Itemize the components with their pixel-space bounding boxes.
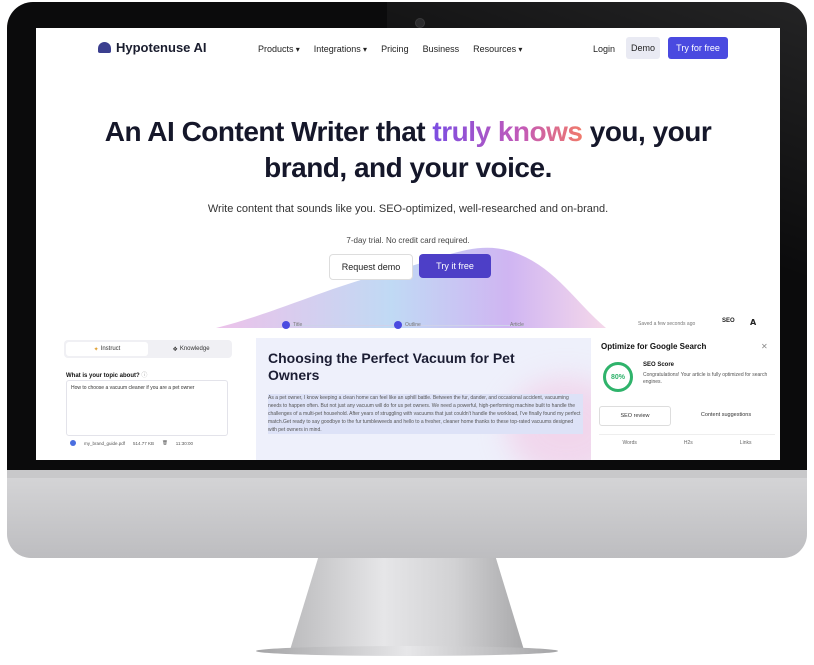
monitor-stand bbox=[290, 558, 524, 650]
file-icon bbox=[70, 440, 76, 446]
hero-title-line1: An AI Content Writer that truly knows yo… bbox=[36, 116, 780, 148]
wand-icon: ✦ bbox=[93, 346, 99, 353]
logo[interactable]: Hypotenuse AI bbox=[98, 40, 207, 55]
seo-tabs: SEO review Content suggestions bbox=[599, 406, 775, 428]
steps-line bbox=[284, 325, 524, 326]
nav-links: Products Integrations Pricing Business R… bbox=[258, 44, 522, 54]
tab-knowledge[interactable]: ❖ Knowledge bbox=[150, 342, 232, 356]
topic-question: What is your topic about? ⓘ bbox=[66, 370, 147, 379]
stat-h2s: H2s bbox=[683, 440, 693, 446]
demo-button[interactable]: Demo bbox=[626, 37, 660, 59]
article-body[interactable]: As a pet owner, I know keeping a clean h… bbox=[268, 394, 583, 434]
seo-panel-title: Optimize for Google Search bbox=[601, 342, 707, 351]
trial-note: 7-day trial. No credit card required. bbox=[346, 236, 470, 245]
seo-review-button[interactable]: SEO review bbox=[599, 406, 671, 426]
try-it-free-button[interactable]: Try it free bbox=[419, 254, 491, 278]
tab-knowledge-label: Knowledge bbox=[179, 346, 210, 352]
tab-instruct[interactable]: ✦ Instruct bbox=[66, 342, 148, 356]
step-article[interactable]: Article bbox=[510, 322, 524, 328]
brain-icon: ❖ bbox=[172, 346, 178, 353]
hero-subtitle: Write content that sounds like you. SEO-… bbox=[207, 203, 609, 215]
nav-products[interactable]: Products bbox=[258, 44, 300, 54]
gradient-wave-decoration bbox=[216, 247, 606, 328]
logo-text: Hypotenuse AI bbox=[116, 40, 207, 55]
stat-words: Words bbox=[622, 440, 637, 446]
article-title[interactable]: Choosing the Perfect Vacuum for Pet Owne… bbox=[268, 350, 568, 384]
monitor-base bbox=[256, 646, 558, 656]
left-panel: ✦ Instruct ❖ Knowledge What is your topic … bbox=[60, 336, 238, 460]
file-size: 514.77 KB bbox=[133, 440, 155, 446]
nav-resources[interactable]: Resources bbox=[473, 44, 522, 54]
try-for-free-button[interactable]: Try for free bbox=[668, 37, 728, 59]
hero-title-end: you, your bbox=[582, 116, 712, 147]
step-title[interactable]: Title bbox=[293, 322, 302, 328]
file-time: 11:30:00 bbox=[175, 440, 193, 446]
hero-title-highlight: truly knows bbox=[432, 116, 583, 147]
translate-icon[interactable]: 𝗔 bbox=[750, 318, 756, 327]
stat-links: Links bbox=[739, 440, 752, 446]
trash-icon[interactable]: 🗑 bbox=[162, 440, 168, 446]
top-nav: Hypotenuse AI Products Integrations Pric… bbox=[36, 28, 780, 68]
monitor-screen: Hypotenuse AI Products Integrations Pric… bbox=[36, 28, 780, 460]
hero-title-start: An AI Content Writer that bbox=[104, 116, 433, 147]
login-link[interactable]: Login bbox=[593, 44, 615, 54]
seo-toggle[interactable]: SEO bbox=[722, 318, 735, 324]
progress-steps: Title Outline Article bbox=[276, 320, 541, 332]
nav-integrations[interactable]: Integrations bbox=[314, 44, 367, 54]
saved-status: Saved a few seconds ago bbox=[638, 321, 696, 327]
seo-congrats: Congratulations! Your article is fully o… bbox=[643, 372, 768, 385]
content-suggestions-button[interactable]: Content suggestions bbox=[677, 406, 775, 424]
seo-score-ring: 80% bbox=[603, 362, 633, 392]
monitor-chin bbox=[7, 470, 807, 558]
info-icon: ⓘ bbox=[141, 373, 148, 379]
step-dot-title bbox=[282, 321, 290, 329]
tab-instruct-label: Instruct bbox=[100, 346, 121, 352]
seo-score-label: SEO Score bbox=[643, 362, 675, 368]
article-panel: Choosing the Perfect Vacuum for Pet Owne… bbox=[256, 338, 626, 460]
nav-business[interactable]: Business bbox=[423, 44, 460, 54]
step-dot-outline bbox=[394, 321, 402, 329]
seo-panel: Optimize for Google Search ✕ 80% SEO Sco… bbox=[591, 338, 780, 460]
step-outline[interactable]: Outline bbox=[405, 322, 421, 328]
camera-icon bbox=[415, 18, 425, 28]
topic-question-label: What is your topic about? bbox=[66, 373, 140, 379]
file-name: my_brand_guide.pdf bbox=[84, 440, 126, 446]
logo-icon bbox=[98, 42, 111, 53]
topic-textarea[interactable]: How to choose a vacuum cleaner if you ar… bbox=[66, 380, 228, 436]
seo-stats: Words H2s Links bbox=[599, 434, 775, 451]
hero-title-line2: brand, and your voice. bbox=[264, 152, 552, 183]
request-demo-button[interactable]: Request demo bbox=[329, 254, 413, 280]
close-icon[interactable]: ✕ bbox=[761, 342, 768, 351]
nav-pricing[interactable]: Pricing bbox=[381, 44, 409, 54]
attached-file: my_brand_guide.pdf 514.77 KB 🗑 11:30:00 bbox=[70, 440, 193, 446]
panel-tabs: ✦ Instruct ❖ Knowledge bbox=[64, 340, 232, 358]
